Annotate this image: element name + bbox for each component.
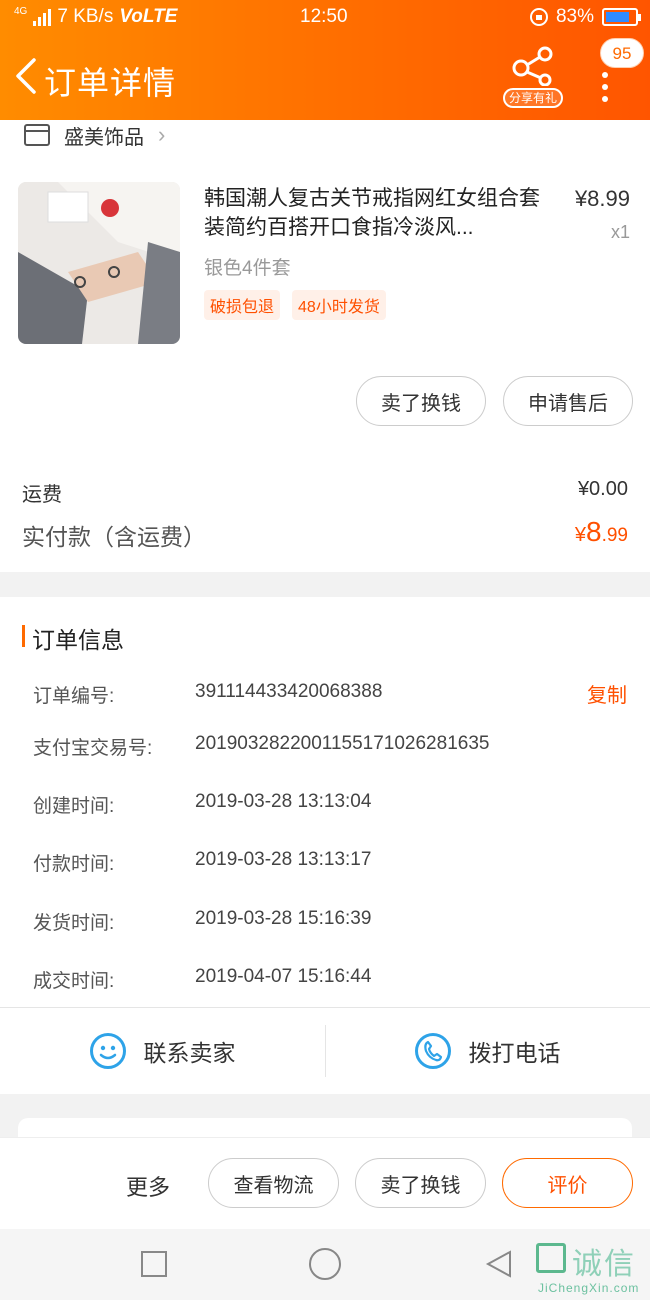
- section-title: 订单信息: [22, 621, 124, 655]
- paid-label: 实付款（含运费）: [22, 524, 206, 550]
- next-card-edge: [18, 1118, 632, 1138]
- call-phone-button[interactable]: 拨打电话: [325, 1007, 650, 1094]
- header-bar: 4G 7 KB/s VoLTE 12:50 83% 订单详情 分享有礼 95: [0, 0, 650, 120]
- copy-order-number-button[interactable]: 复制: [587, 679, 627, 708]
- service-tag: 破损包退: [204, 290, 281, 320]
- freight-value: ¥0.00: [577, 478, 628, 500]
- service-tags: 破损包退 48小时发货: [204, 290, 386, 320]
- paid-row: 实付款（含运费） ¥8.99: [22, 516, 628, 552]
- call-phone-label: 拨打电话: [468, 1039, 561, 1066]
- sell-item-button[interactable]: 卖了换钱: [356, 376, 486, 426]
- volte-label: VoLTE: [119, 6, 178, 27]
- chevron-right-icon: ›: [158, 122, 166, 147]
- service-tag: 48小时发货: [292, 290, 386, 320]
- more-actions-button[interactable]: 更多: [126, 1170, 170, 1202]
- sell-item-button[interactable]: 卖了换钱: [355, 1158, 486, 1208]
- shop-icon: [24, 124, 50, 146]
- rotation-lock-icon: [529, 8, 548, 26]
- review-button[interactable]: 评价: [502, 1158, 633, 1208]
- order-product-card: 盛美饰品 › 韩国潮人复古关节戒指网红女组合套装简约百搭开口食指冷淡风... ¥…: [0, 120, 650, 572]
- page-title: 订单详情: [44, 65, 177, 101]
- share-label: 分享有礼: [503, 88, 563, 108]
- nav-bar: 订单详情 分享有礼 95: [0, 38, 650, 112]
- view-logistics-button[interactable]: 查看物流: [208, 1158, 339, 1208]
- battery-icon: [602, 8, 641, 26]
- freight-label: 运费: [22, 484, 62, 506]
- paid-amount: ¥8.99: [574, 516, 628, 547]
- chat-smile-icon: [89, 1032, 126, 1069]
- system-nav-bar: 诚信 JiChengXin.com: [0, 1229, 650, 1300]
- after-sale-button[interactable]: 申请售后: [503, 376, 633, 426]
- network-speed: 7 KB/s: [57, 6, 114, 27]
- product-title[interactable]: 韩国潮人复古关节戒指网红女组合套装简约百搭开口食指冷淡风...: [204, 184, 550, 242]
- clock: 12:50: [300, 6, 348, 27]
- bottom-action-bar: 更多 查看物流 卖了换钱 评价: [0, 1137, 650, 1229]
- product-sku: 银色4件套: [204, 258, 291, 279]
- message-count-badge: 95: [600, 38, 644, 68]
- contact-seller-button[interactable]: 联系卖家: [0, 1007, 325, 1094]
- order-info-card: 订单信息 复制 订单编号: 391114433420068388 支付宝交易号: 2…: [0, 597, 650, 1094]
- share-button[interactable]: 分享有礼: [503, 46, 563, 108]
- product-quantity: x1: [610, 222, 630, 242]
- more-menu-icon[interactable]: [600, 72, 612, 112]
- recents-icon[interactable]: [141, 1251, 167, 1277]
- shop-name: 盛美饰品: [64, 126, 144, 149]
- contact-seller-label: 联系卖家: [143, 1039, 236, 1066]
- back-icon[interactable]: [484, 1249, 514, 1279]
- battery-percent: 83%: [555, 6, 594, 27]
- freight-row: 运费 ¥0.00: [22, 478, 628, 507]
- home-icon[interactable]: [309, 1248, 341, 1280]
- network-type: 4G: [14, 6, 28, 17]
- watermark-logo: 诚信 JiChengXin.com: [532, 1237, 650, 1297]
- back-arrow-icon[interactable]: [12, 56, 40, 96]
- status-bar: 4G 7 KB/s VoLTE 12:50 83%: [0, 0, 650, 36]
- shop-row[interactable]: 盛美饰品 ›: [24, 120, 165, 150]
- product-price: ¥8.99: [574, 186, 630, 211]
- product-image[interactable]: [18, 182, 180, 344]
- share-icon: [512, 46, 553, 86]
- phone-icon: [414, 1032, 451, 1069]
- signal-icon: [33, 8, 52, 26]
